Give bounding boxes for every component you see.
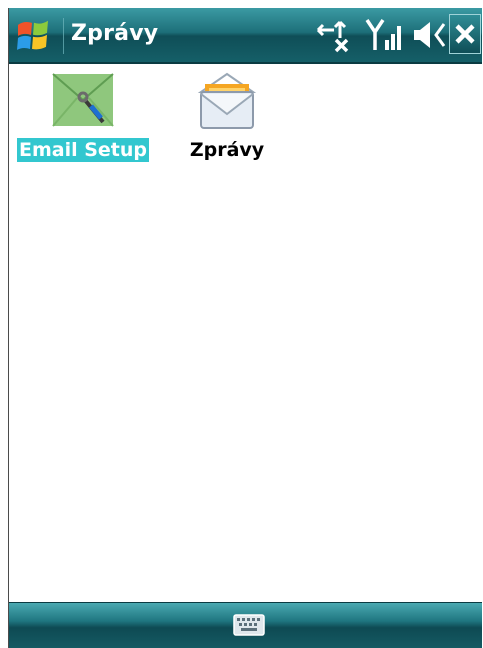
envelope-icon [197, 72, 257, 129]
zpravy-label: Zprávy [189, 139, 265, 161]
title-separator [63, 18, 64, 54]
windows-start-icon[interactable] [11, 12, 59, 60]
email-setup-item[interactable]: Email Setup [9, 70, 157, 162]
bottom-bar [9, 602, 482, 648]
email-setup-icon [52, 73, 114, 127]
close-icon [455, 24, 475, 44]
title-bar: Zprávy [9, 8, 482, 64]
device-screen: Zprávy Email Setup Zprávy [8, 8, 482, 648]
signal-strength-icon[interactable] [365, 16, 405, 54]
window-title: Zprávy [71, 21, 159, 46]
keyboard-icon[interactable] [233, 614, 265, 636]
email-setup-label: Email Setup [16, 138, 150, 162]
zpravy-item[interactable]: Zprávy [177, 70, 277, 162]
connectivity-icon[interactable] [314, 16, 352, 54]
volume-muted-icon[interactable] [412, 16, 450, 54]
close-button[interactable] [449, 14, 481, 54]
